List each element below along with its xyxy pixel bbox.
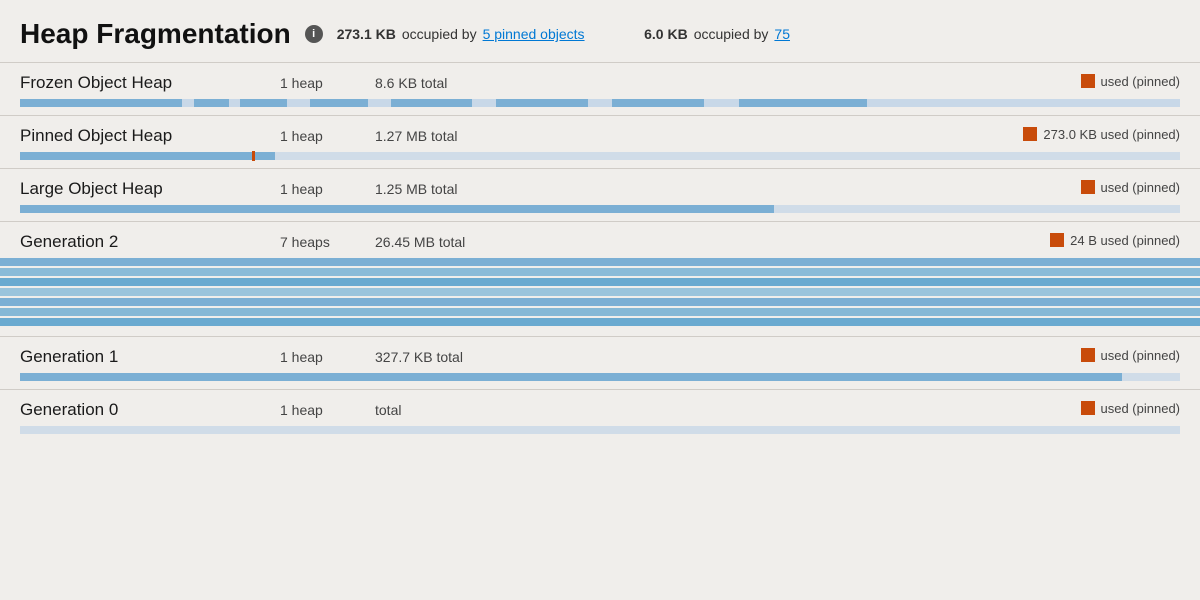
bar-segment: [612, 99, 705, 107]
bar-row: [0, 371, 1200, 389]
bar-segment: [496, 99, 589, 107]
heap-count: 7 heaps: [280, 234, 375, 250]
heap-row: Pinned Object Heap1 heap1.27 MB total 273…: [0, 115, 1200, 168]
heap-size: total: [375, 402, 505, 418]
bar-segment: [240, 99, 286, 107]
legend-label: used (pinned): [1101, 401, 1181, 416]
stat2-text: occupied by: [694, 26, 769, 42]
heap-legend: 24 B used (pinned): [1050, 233, 1180, 248]
heap-legend: used (pinned): [1081, 180, 1181, 195]
bar-row: [0, 424, 1200, 442]
heap-name: Pinned Object Heap: [20, 126, 280, 146]
info-icon[interactable]: i: [305, 25, 323, 43]
bar-row: [0, 97, 1200, 115]
bar-segment: [310, 99, 368, 107]
heap-name: Large Object Heap: [20, 179, 280, 199]
gen2-bar: [0, 308, 1200, 316]
legend-square-icon: [1050, 233, 1064, 247]
bar-row: [0, 203, 1200, 221]
bar-fill: [20, 205, 774, 213]
heap-size: 26.45 MB total: [375, 234, 505, 250]
gen2-bar: [0, 298, 1200, 306]
heap-row: Generation 01 heaptotal used (pinned): [0, 389, 1200, 442]
heap-count: 1 heap: [280, 181, 375, 197]
heap-list: Frozen Object Heap1 heap8.6 KB totalused…: [0, 62, 1200, 442]
legend-square-icon: [1023, 127, 1037, 141]
bar-track: [20, 205, 1180, 213]
heap-legend: used (pinned): [1081, 401, 1181, 416]
pinned-objects-link[interactable]: 5 pinned objects: [483, 26, 585, 42]
bar-segment: [739, 99, 867, 107]
legend-label: 24 B used (pinned): [1070, 233, 1180, 248]
gen2-bar: [0, 288, 1200, 296]
gen2-bar: [0, 258, 1200, 266]
legend-label: used (pinned): [1101, 180, 1181, 195]
gen2-bar: [0, 278, 1200, 286]
stat2-size: 6.0 KB: [644, 26, 688, 42]
bar-track: [20, 373, 1180, 381]
header-separator: [607, 26, 623, 42]
bar-segment: [391, 99, 472, 107]
bar-segment: [194, 99, 229, 107]
bar-fill: [20, 152, 275, 160]
stat1-text: occupied by: [402, 26, 477, 42]
heap-size: 1.25 MB total: [375, 181, 505, 197]
legend-square-icon: [1081, 348, 1095, 362]
bar-segment: [20, 99, 182, 107]
legend-square-icon: [1081, 180, 1095, 194]
legend-label: used (pinned): [1101, 74, 1181, 89]
page-title: Heap Fragmentation: [20, 18, 291, 50]
heap-row: Generation 27 heaps26.45 MB total 24 B us…: [0, 221, 1200, 336]
bar-track: [20, 152, 1180, 160]
gen2-bars: [0, 256, 1200, 336]
heap-count: 1 heap: [280, 402, 375, 418]
gen2-bar: [0, 268, 1200, 276]
bar-row: [0, 150, 1200, 168]
heap-count: 1 heap: [280, 128, 375, 144]
stat1-size: 273.1 KB: [337, 26, 396, 42]
header-stats: 273.1 KB occupied by 5 pinned objects 6.…: [337, 26, 790, 42]
legend-label: used (pinned): [1101, 348, 1181, 363]
heap-name: Generation 0: [20, 400, 280, 420]
heap-count: 1 heap: [280, 349, 375, 365]
heap-size: 1.27 MB total: [375, 128, 505, 144]
bar-track: [20, 426, 1180, 434]
heap-row: Frozen Object Heap1 heap8.6 KB total used…: [0, 62, 1200, 115]
heap-count: 1 heap: [280, 75, 375, 91]
heap-legend: used (pinned): [1081, 348, 1181, 363]
page-header: Heap Fragmentation i 273.1 KB occupied b…: [0, 0, 1200, 62]
heap-size: 327.7 KB total: [375, 349, 505, 365]
legend-square-icon: [1081, 74, 1095, 88]
bar-track: [20, 99, 1180, 107]
gen2-bar: [0, 318, 1200, 326]
heap-row: Generation 11 heap327.7 KB total used (pi…: [0, 336, 1200, 389]
bar-marker: [252, 151, 255, 161]
heap-name: Generation 1: [20, 347, 280, 367]
legend-square-icon: [1081, 401, 1095, 415]
heap-legend: 273.0 KB used (pinned): [1023, 127, 1180, 142]
heap-row: Large Object Heap1 heap1.25 MB total used…: [0, 168, 1200, 221]
heap-name: Frozen Object Heap: [20, 73, 280, 93]
heap-name: Generation 2: [20, 232, 280, 252]
heap-legend: used (pinned): [1081, 74, 1181, 89]
legend-label: 273.0 KB used (pinned): [1043, 127, 1180, 142]
objects-link2[interactable]: 75: [774, 26, 790, 42]
bar-fill: [20, 373, 1122, 381]
heap-size: 8.6 KB total: [375, 75, 505, 91]
